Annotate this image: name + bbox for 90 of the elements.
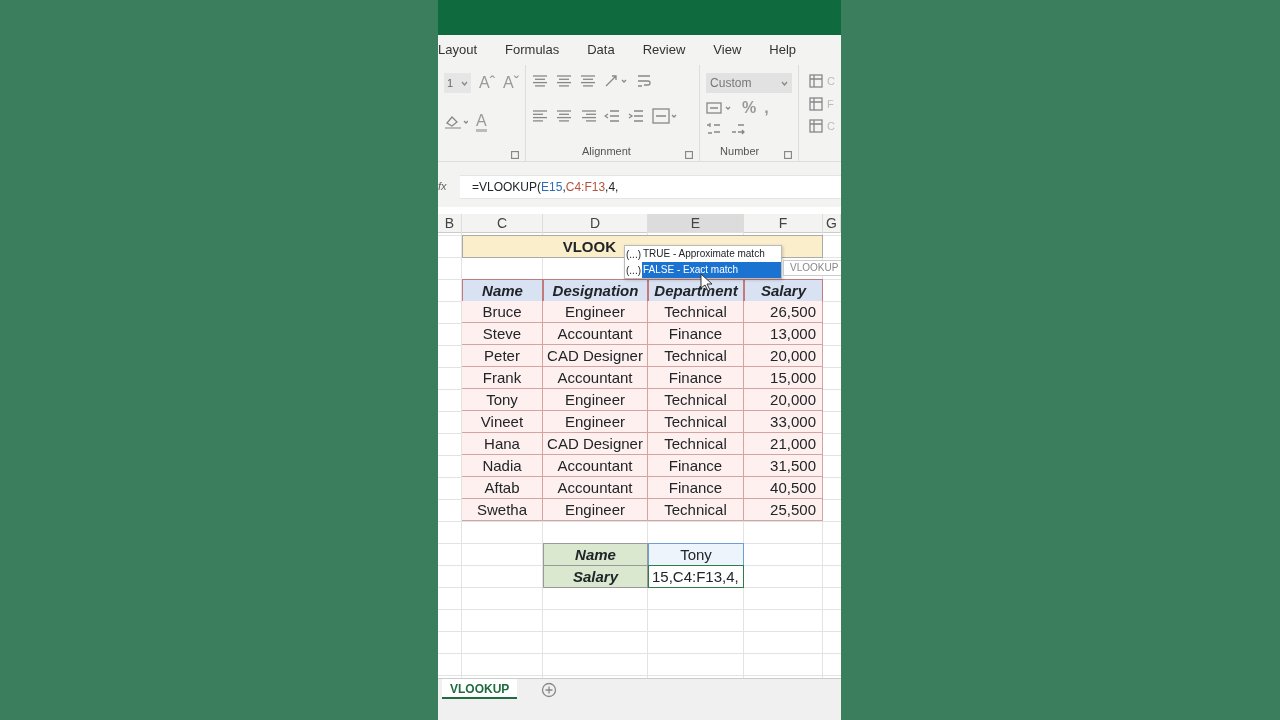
decrease-decimal-icon[interactable] — [730, 122, 747, 136]
table-cell: 21,000 — [744, 433, 823, 455]
column-header[interactable]: B — [438, 214, 462, 233]
dialog-launcher-icon[interactable] — [511, 151, 519, 159]
table-cell: Accountant — [543, 455, 648, 477]
increase-indent-icon[interactable] — [628, 108, 644, 123]
tooltip: VLOOKUP — [783, 260, 841, 276]
column-header[interactable]: E — [648, 214, 744, 233]
table-cell: Engineer — [543, 389, 648, 411]
lookup-label: Name — [543, 543, 648, 566]
table-cell: CAD Designer — [543, 433, 648, 455]
table-icon — [809, 96, 824, 111]
table-cell: Bruce — [462, 301, 543, 323]
table-cell: 20,000 — [744, 389, 823, 411]
ribbon-tab[interactable]: Formulas — [505, 40, 560, 60]
column-header[interactable]: G — [823, 214, 841, 233]
table-cell: 15,000 — [744, 367, 823, 389]
cell-editor[interactable]: 15,C4:F13,4, — [648, 565, 744, 588]
column-header-cell: Designation — [543, 279, 648, 302]
table-cell: Finance — [648, 477, 744, 499]
table-cell: Tony — [462, 389, 543, 411]
table-cell: Accountant — [543, 477, 648, 499]
table-cell: 33,000 — [744, 411, 823, 433]
dialog-launcher-icon[interactable] — [784, 151, 793, 159]
lookup-label: Salary — [543, 565, 648, 588]
table-cell: 31,500 — [744, 455, 823, 477]
table-cell: 26,500 — [744, 301, 823, 323]
table-cell: 40,500 — [744, 477, 823, 499]
table-cell: Technical — [648, 411, 744, 433]
column-header-cell: Name — [462, 279, 543, 302]
table-cell: Nadia — [462, 455, 543, 477]
formula-field[interactable]: =VLOOKUP(E15,C4:F13,4, — [460, 174, 841, 199]
fill-color-icon[interactable] — [444, 115, 468, 129]
table-cell: Accountant — [543, 367, 648, 389]
table-cell: 13,000 — [744, 323, 823, 345]
table-cell: Hana — [462, 433, 543, 455]
table-cell: 25,500 — [744, 499, 823, 521]
function-icon[interactable]: fx — [438, 178, 460, 195]
table-cell: Frank — [462, 367, 543, 389]
table-cell: Technical — [648, 499, 744, 521]
group-label: Alignment — [582, 143, 631, 159]
merge-cells-icon[interactable] — [652, 107, 678, 124]
ribbon-tab[interactable]: Data — [587, 40, 615, 60]
table-cell: Swetha — [462, 499, 543, 521]
table-cell: Engineer — [543, 411, 648, 433]
table-cell: Aftab — [462, 477, 543, 499]
wrap-text-icon[interactable] — [636, 73, 652, 89]
table-cell: Steve — [462, 323, 543, 345]
ribbon-tab[interactable]: Review — [642, 40, 686, 60]
table-cell: Finance — [648, 367, 744, 389]
column-header[interactable]: F — [744, 214, 823, 233]
formula-text: =VLOOKUP(E15,C4:F13,4, — [471, 178, 619, 196]
table-cell: 20,000 — [744, 345, 823, 367]
number-format-dropdown[interactable]: Custom — [706, 73, 793, 93]
table-cell: Technical — [648, 389, 744, 411]
table-cell: Accountant — [543, 323, 648, 345]
table-cell: Technical — [648, 433, 744, 455]
align-middle-icon[interactable] — [556, 74, 572, 88]
ribbon-tab[interactable]: Layout — [438, 40, 478, 60]
align-right-icon[interactable] — [580, 108, 596, 123]
table-cell: CAD Designer — [543, 345, 648, 367]
lookup-value: Tony — [648, 543, 744, 566]
orientation-icon[interactable] — [604, 74, 628, 88]
table-icon — [809, 74, 824, 89]
column-header[interactable]: C — [462, 214, 543, 233]
dialog-launcher-icon[interactable] — [685, 151, 694, 159]
table-cell: Finance — [648, 455, 744, 477]
decrease-indent-icon[interactable] — [604, 108, 620, 123]
align-top-icon[interactable] — [532, 74, 548, 88]
table-cell: Vineet — [462, 411, 543, 433]
table-cell: Peter — [462, 345, 543, 367]
column-header-cell: Salary — [744, 279, 823, 302]
align-center-icon[interactable] — [556, 108, 572, 123]
ribbon-tab[interactable]: Help — [769, 40, 797, 60]
table-cell: Technical — [648, 301, 744, 323]
caret-icon — [781, 80, 789, 86]
table-cell: Engineer — [543, 499, 648, 521]
font-size-field[interactable]: 1 — [444, 73, 471, 93]
table-icon — [809, 119, 824, 134]
align-bottom-icon[interactable] — [580, 74, 596, 88]
caret-icon — [461, 80, 468, 86]
sheet-tab[interactable]: VLOOKUP — [442, 679, 518, 699]
add-sheet-icon[interactable] — [541, 682, 558, 698]
table-cell: Engineer — [543, 301, 648, 323]
table-cell: Finance — [648, 323, 744, 345]
align-left-icon[interactable] — [532, 108, 548, 123]
increase-decimal-icon[interactable] — [706, 122, 723, 136]
ribbon-tab[interactable]: View — [713, 40, 742, 60]
group-label: Number — [720, 143, 760, 159]
table-cell: Technical — [648, 345, 744, 367]
